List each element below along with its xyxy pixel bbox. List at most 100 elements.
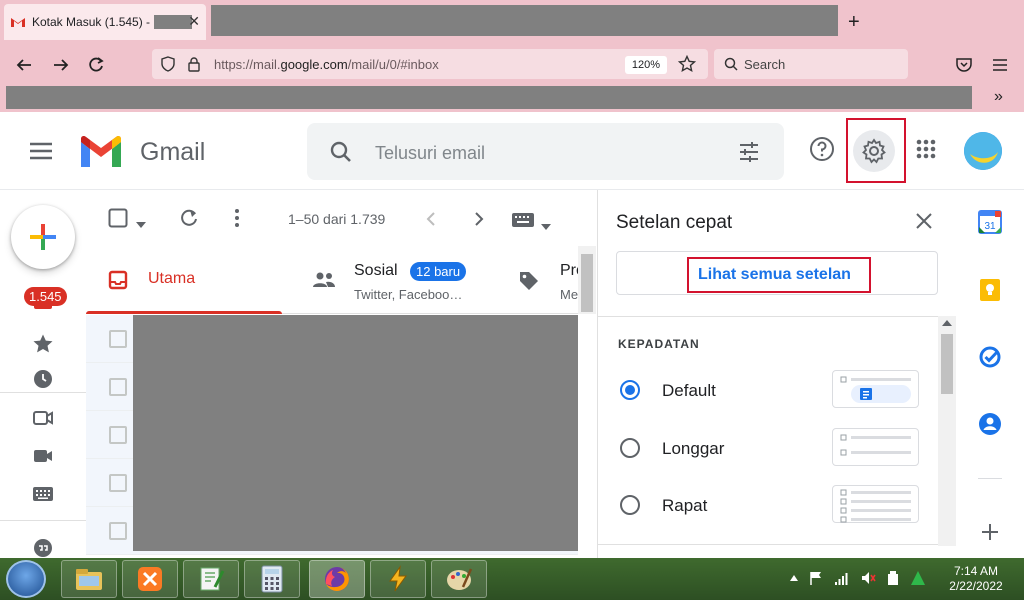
browser-search-box[interactable]: Search [714,49,908,79]
browser-tab-title: Kotak Masuk (1.545) - [32,15,151,29]
next-page-icon[interactable] [474,211,484,232]
density-option-rapat[interactable]: Rapat [598,485,938,525]
bookmark-star-icon[interactable] [678,55,696,73]
unread-count-badge: 1.545 [24,287,67,306]
mail-search-placeholder: Telusuri email [375,143,486,163]
forward-icon[interactable] [50,54,72,76]
row-checkbox[interactable] [109,378,127,396]
tasks-icon[interactable] [978,345,1002,369]
panel-divider [598,544,938,545]
meet-join-icon[interactable] [31,444,55,468]
account-avatar[interactable] [964,132,1002,170]
app-tray-icon[interactable] [910,570,926,586]
search-options-icon[interactable] [737,140,761,164]
paint-taskbar-icon[interactable] [431,560,487,598]
show-hidden-icons-icon[interactable] [790,575,798,581]
density-heading: KEPADATAN [618,337,700,351]
scroll-up-icon[interactable] [942,320,952,326]
volume-icon[interactable] [860,570,876,586]
row-checkbox[interactable] [109,426,127,444]
row-checkbox[interactable] [109,474,127,492]
density-option-label: Longgar [662,439,725,458]
redacted-tab-area [211,5,838,36]
density-option-label: Default [662,381,716,400]
tag-icon [520,272,538,290]
main-menu-icon[interactable] [28,140,54,167]
input-tools-icon[interactable] [512,213,534,232]
clock-date: 2/22/2022 [949,579,1003,593]
back-icon[interactable] [13,54,35,76]
url-text: https://mail.google.com/mail/u/0/#inbox [214,57,439,72]
winamp-taskbar-icon[interactable] [370,560,426,598]
close-icon[interactable] [914,211,934,236]
lock-icon[interactable] [187,56,201,72]
radio-longgar[interactable] [620,438,640,458]
left-rail: 1.545 [0,190,86,558]
scrollbar-thumb[interactable] [581,254,593,312]
see-all-settings-button[interactable]: Lihat semua setelan [616,251,938,295]
prev-page-icon[interactable] [426,211,436,232]
starred-icon[interactable] [31,332,55,356]
calculator-taskbar-icon[interactable] [244,560,300,598]
new-tab-icon[interactable]: + [848,12,860,32]
scrollbar-thumb[interactable] [941,334,953,394]
network-signal-icon[interactable] [834,571,850,585]
plus-icon [30,224,56,250]
gmail-logo-icon[interactable] [78,134,124,175]
more-bookmarks-icon[interactable]: » [994,88,1003,106]
mail-toolbar: 1–50 dari 1.739 [86,190,596,246]
radio-rapat[interactable] [620,495,640,515]
mail-list-scrollbar[interactable] [578,246,596,314]
radio-default[interactable] [620,380,640,400]
density-option-default[interactable]: Default [598,370,938,410]
input-tools-dropdown-icon[interactable] [541,217,551,235]
add-addon-icon[interactable] [978,520,1002,544]
power-icon[interactable] [886,570,900,586]
start-button[interactable] [6,560,46,598]
density-option-label: Rapat [662,496,708,515]
search-icon[interactable] [329,140,353,164]
tab-sosial-senders: Twitter, Faceboo… [354,287,463,302]
shield-icon[interactable] [160,56,176,72]
contacts-icon[interactable] [978,412,1002,436]
meet-new-icon[interactable] [31,406,55,430]
reload-icon[interactable] [85,54,107,76]
search-icon [724,57,738,71]
calendar-icon[interactable]: 31 [978,210,1002,234]
compose-button[interactable] [11,205,75,269]
taskbar-clock[interactable]: 7:14 AM 2/22/2022 [936,564,1016,594]
address-bar[interactable]: https://mail.google.com/mail/u/0/#inbox … [152,49,708,79]
tab-sosial[interactable]: Sosial 12 baru Twitter, Faceboo… [296,246,496,314]
row-checkbox[interactable] [109,522,127,540]
editor-taskbar-icon[interactable] [183,560,239,598]
redacted-block [154,15,193,29]
gmail-wordmark: Gmail [140,138,206,166]
action-center-flag-icon[interactable] [808,570,824,586]
xampp-taskbar-icon[interactable] [122,560,178,598]
select-dropdown-icon[interactable] [136,215,146,233]
zoom-level[interactable]: 120% [625,56,667,74]
explorer-taskbar-icon[interactable] [61,560,117,598]
refresh-icon[interactable] [179,208,199,233]
firefox-taskbar-icon[interactable] [309,560,365,598]
snoozed-icon[interactable] [31,370,55,388]
keyboard-icon[interactable] [31,482,55,506]
category-tabs: Utama Sosial 12 baru Twitter, Faceboo… P… [86,246,596,314]
tab-utama[interactable]: Utama [86,246,282,314]
hamburger-menu-icon[interactable] [989,54,1011,76]
redacted-mail-content [133,315,578,551]
row-checkbox[interactable] [109,330,127,348]
help-icon[interactable] [807,134,837,164]
quick-settings-scrollbar[interactable] [938,316,956,546]
chat-icon[interactable] [31,538,55,558]
browser-tab-gmail[interactable]: Kotak Masuk (1.545) - ✕ [4,4,206,40]
pocket-icon[interactable] [953,54,975,76]
apps-grid-icon[interactable] [911,134,941,164]
mail-search-box[interactable]: Telusuri email [307,123,784,180]
close-tab-icon[interactable]: ✕ [188,13,200,30]
density-option-longgar[interactable]: Longgar [598,428,938,468]
select-all-checkbox[interactable] [108,208,128,233]
keep-icon[interactable] [978,278,1002,302]
density-preview-rapat [832,485,919,523]
more-options-icon[interactable] [234,208,240,233]
